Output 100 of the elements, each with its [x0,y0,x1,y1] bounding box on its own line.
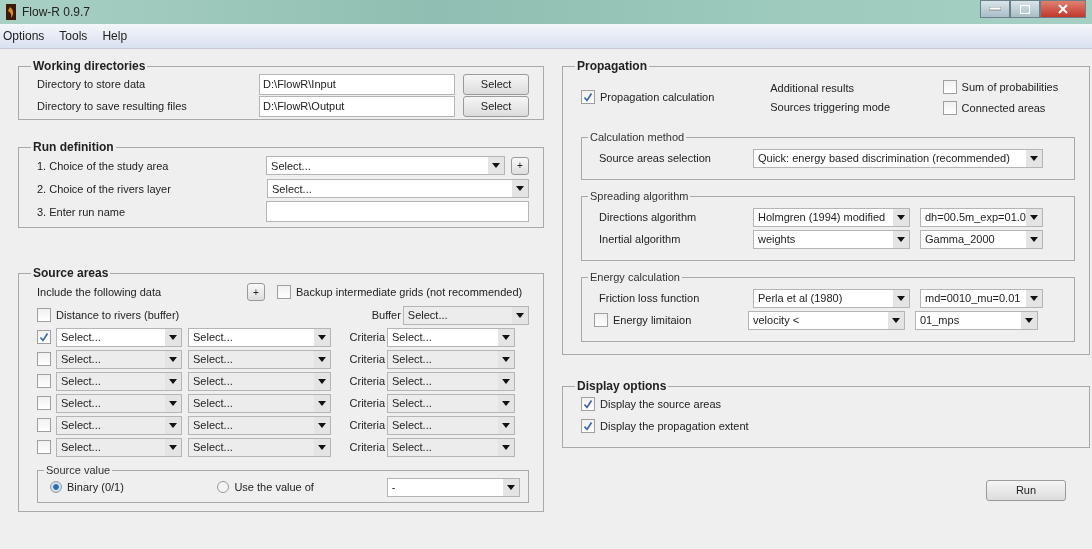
checkbox[interactable] [594,313,608,327]
caret-icon [318,400,326,406]
dropdown[interactable]: - [386,477,520,497]
caret-icon [502,400,510,406]
select-button[interactable]: Select [463,95,529,117]
dropdown[interactable]: Select... [56,371,182,391]
menu-item[interactable]: Help [99,29,135,43]
caret-icon [1030,236,1038,242]
checkbox[interactable] [37,352,51,366]
field-label: Criteria [348,419,385,431]
path-field[interactable]: D:\FlowR\Output [259,95,456,117]
radio-label: Binary (0/1) [67,481,124,493]
select-button[interactable]: Select [463,73,529,95]
dropdown[interactable]: Select... [387,393,515,413]
caret-icon [502,444,510,450]
caret-icon [169,334,177,340]
checkbox[interactable] [37,396,51,410]
dropdown[interactable]: weights [753,229,910,249]
dropdown[interactable]: Gamma_2000 [920,229,1043,249]
radio-button[interactable] [50,481,62,493]
caret-icon [507,484,515,490]
group-title: Propagation [576,59,648,73]
dropdown[interactable]: velocity < [748,310,905,330]
caret-icon [502,422,510,428]
checkbox[interactable] [581,90,595,104]
checkbox-label: Energy limitaion [613,314,692,326]
group-title: Working directories [32,59,147,73]
radio-label: Use the value of [234,481,314,493]
checkbox[interactable] [37,308,51,322]
close-icon [1058,4,1068,14]
dropdown[interactable]: Select... [56,327,182,347]
maximize-icon [1020,4,1030,14]
dropdown[interactable]: Select... [188,327,331,347]
dropdown[interactable]: Select... [188,415,331,435]
dropdown[interactable]: Select... [387,327,515,347]
checkbox-label: Connected areas [961,101,1046,114]
checkbox[interactable] [37,440,51,454]
field-label: Criteria [348,397,385,409]
caret-icon [1030,214,1038,220]
dropdown[interactable]: dh=00.5m_exp=01.0 [920,207,1043,227]
dropdown[interactable]: Select... [188,371,331,391]
field-label: Include the following data [37,286,163,298]
dropdown[interactable]: Select... [387,371,515,391]
dropdown[interactable]: md=0010_mu=0.01 [920,288,1043,308]
dropdown[interactable]: Select... [56,437,182,457]
caret-icon [318,444,326,450]
radio-button[interactable] [217,481,230,493]
menu-item[interactable]: Options [0,29,52,43]
dropdown[interactable]: Quick: energy based discrimination (recommended) [753,148,1043,168]
field-label: Friction loss function [599,292,701,304]
checkbox[interactable] [942,100,957,115]
dropdown[interactable]: Select... [267,179,529,198]
dropdown[interactable]: Select... [266,156,506,175]
field-label: Criteria [348,353,385,365]
dropdown[interactable]: Select... [188,393,331,413]
checkbox[interactable] [581,419,595,433]
dropdown[interactable]: Select... [56,415,182,435]
caret-icon [1030,155,1038,161]
caret-icon [318,378,326,384]
checkbox-label: Propagation calculation [600,91,715,103]
checkbox[interactable] [581,397,595,411]
menu-item[interactable]: Tools [56,29,95,43]
group-title: Spreading algorithm [589,190,690,202]
field-label: Criteria [348,441,385,453]
field-label: 3. Enter run name [37,205,127,218]
dropdown[interactable]: Select... [387,349,515,369]
checkbox-label: Display the propagation extent [600,420,749,432]
checkbox[interactable] [277,285,291,299]
group-title: Source areas [32,266,110,280]
add-button[interactable]: + [511,156,529,175]
field-label: Inertial algorithm [599,233,682,245]
field-label: 1. Choice of the study area [37,159,170,172]
maximize-button[interactable] [1010,0,1040,18]
dropdown[interactable]: Select... [402,305,529,325]
run-name-field[interactable] [266,201,529,222]
dropdown[interactable]: Select... [387,415,515,435]
caret-icon [502,334,510,340]
caret-icon [492,163,501,168]
dropdown[interactable]: 01_mps [915,310,1038,330]
dropdown[interactable]: Select... [56,393,182,413]
caret-icon [516,186,524,191]
run-button[interactable]: Run [986,480,1066,501]
path-field[interactable]: D:\FlowR\Input [259,73,456,95]
field-label: Directory to save resulting files [37,100,188,112]
checkbox[interactable] [37,418,51,432]
caret-icon [502,378,510,384]
dropdown[interactable]: Select... [56,349,182,369]
dropdown[interactable]: Perla et al (1980) [753,288,910,308]
checkbox[interactable] [37,374,51,388]
caret-icon [516,312,524,318]
minimize-button[interactable] [980,0,1010,18]
checkbox[interactable] [942,79,957,94]
add-button[interactable]: + [247,283,265,301]
caret-icon [169,422,177,428]
dropdown[interactable]: Select... [188,437,331,457]
close-button[interactable] [1040,0,1086,18]
dropdown[interactable]: Holmgren (1994) modified [753,207,910,227]
dropdown[interactable]: Select... [188,349,331,369]
dropdown[interactable]: Select... [387,437,515,457]
checkbox[interactable] [37,330,51,344]
